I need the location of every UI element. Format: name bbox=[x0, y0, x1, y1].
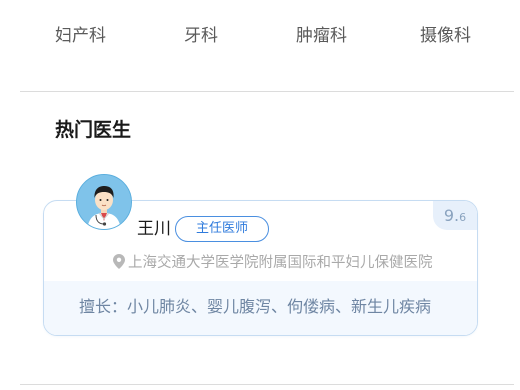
divider bbox=[20, 91, 514, 92]
rating-integer: 9. bbox=[443, 206, 460, 225]
location-pin-icon bbox=[113, 254, 125, 276]
department-row: 妇产科 牙科 肿瘤科 摄像科 bbox=[0, 22, 520, 50]
doctor-avatar-illustration bbox=[77, 175, 131, 229]
doctor-specialty: 擅长：小儿肺炎、婴儿腹泻、佝偻病、新生儿疾病 bbox=[79, 297, 432, 316]
rating-badge: 9.6 bbox=[433, 201, 477, 230]
department-item-imaging[interactable]: 摄像科 bbox=[420, 22, 471, 50]
divider bbox=[20, 384, 514, 385]
department-item-gynecology[interactable]: 妇产科 bbox=[55, 22, 106, 50]
section-title-hot-doctors: 热门医生 bbox=[55, 119, 132, 141]
doctor-name: 王川 bbox=[137, 219, 171, 239]
rating-decimal: 6 bbox=[459, 211, 467, 224]
hospital-name: 上海交通大学医学院附属国际和平妇儿保健医院 bbox=[128, 255, 433, 271]
department-item-dental[interactable]: 牙科 bbox=[184, 22, 218, 50]
department-item-oncology[interactable]: 肿瘤科 bbox=[296, 22, 347, 50]
doctor-avatar-icon[interactable] bbox=[76, 174, 132, 230]
hospital-row: 上海交通大学医学院附属国际和平妇儿保健医院 bbox=[113, 252, 433, 274]
page: 妇产科 牙科 肿瘤科 摄像科 热门医生 9.6 王川 主任医师 上海交通大学医学… bbox=[0, 0, 520, 390]
doctor-title-badge: 主任医师 bbox=[175, 216, 269, 242]
